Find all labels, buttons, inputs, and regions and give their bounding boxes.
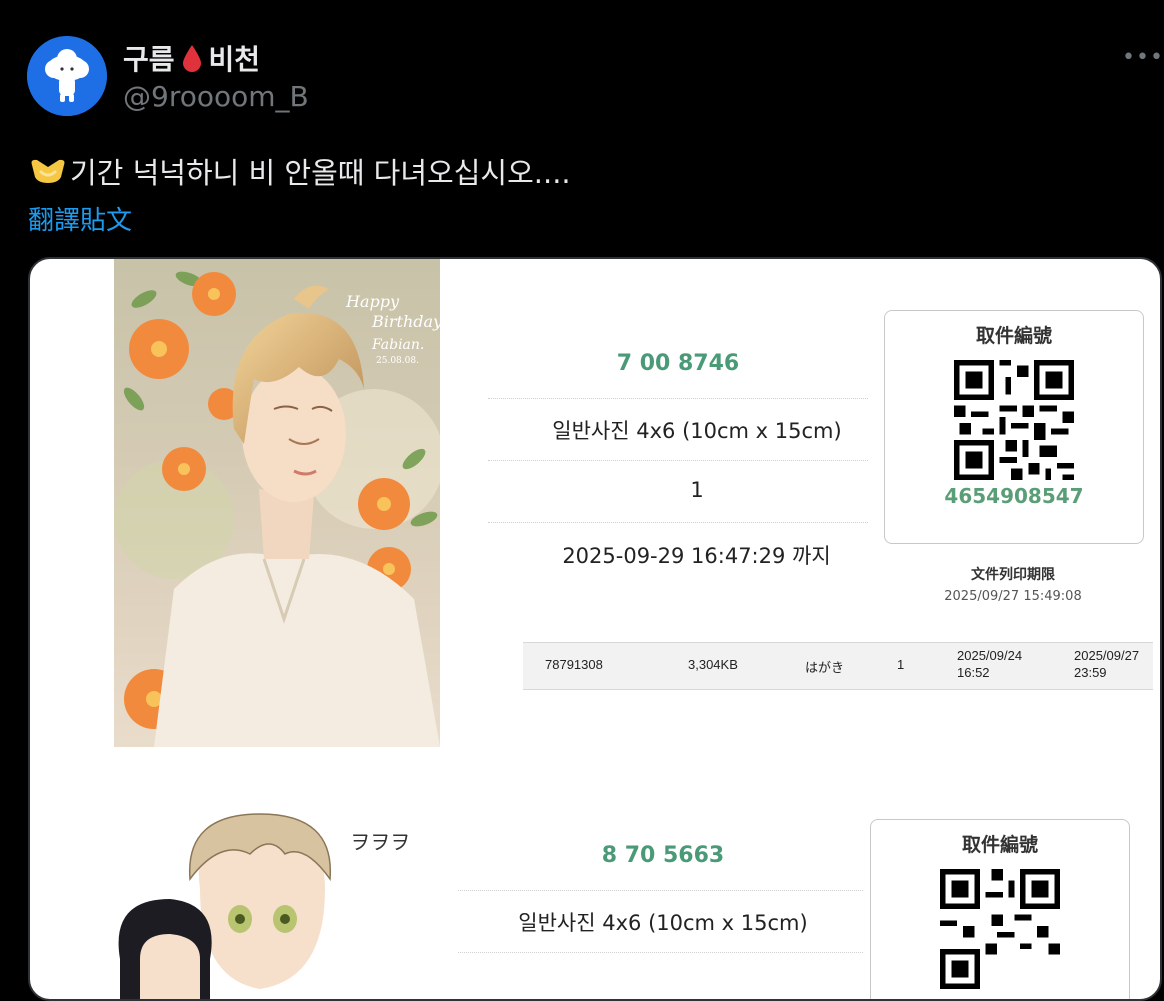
- pickup-code-1: 7 00 8746: [616, 351, 740, 376]
- avatar[interactable]: [27, 36, 107, 116]
- chibi-artwork: ヲヲヲ: [90, 809, 430, 999]
- cloud-mascot-icon: [27, 36, 107, 116]
- blood-drop-icon: [182, 45, 201, 72]
- display-name[interactable]: 구름 비천: [123, 38, 260, 78]
- product-name-2: 일반사진 4x6 (10cm x 15cm): [518, 911, 808, 935]
- art-text-snore: ヲヲヲ: [350, 830, 410, 854]
- user-handle[interactable]: @9roooom_B: [123, 80, 309, 113]
- print-deadline-label: 文件列印期限: [971, 567, 1055, 583]
- display-name-part2: 비천: [208, 43, 261, 76]
- qr-panel-1: 取件編號 4654908547: [884, 310, 1144, 544]
- birthday-artwork: Happy Birthday Fabian. 25.08.08.: [114, 259, 440, 747]
- qr-number-1: 4654908547: [944, 484, 1084, 508]
- art-text-fabian: Fabian.: [371, 337, 424, 353]
- tweet-text: 기간 넉넉하니 비 안올때 다녀오십시오....: [28, 150, 571, 192]
- art-text-birthday: Birthday: [371, 312, 440, 331]
- display-name-part1: 구름: [123, 43, 175, 76]
- art-text-happy: Happy: [345, 292, 400, 311]
- qr-title-1: 取件編號: [975, 325, 1052, 347]
- tweet-body: 기간 넉넉하니 비 안올때 다녀오십시오....: [70, 156, 571, 190]
- divider: [488, 522, 868, 523]
- file-size: 3,304KB: [688, 657, 738, 672]
- pickup-code-2: 8 70 5663: [601, 843, 725, 868]
- product-name-1: 일반사진 4x6 (10cm x 15cm): [552, 419, 842, 443]
- deadline-1: 2025-09-29 16:47:29 까지: [562, 544, 831, 568]
- file-type: はがき: [805, 660, 845, 675]
- qr-code-icon: [954, 360, 1074, 480]
- divider: [488, 398, 868, 399]
- art-text-date: 25.08.08.: [376, 356, 419, 366]
- quantity-1: 1: [690, 478, 704, 502]
- translate-link[interactable]: 翻譯貼文: [28, 200, 132, 237]
- print-deadline-date: 2025/09/27 15:49:08: [944, 589, 1082, 604]
- heart-hands-icon: [31, 159, 65, 183]
- tweet-media-image[interactable]: Happy Birthday Fabian. 25.08.08. 7 00 87…: [28, 257, 1162, 1001]
- divider: [458, 890, 863, 891]
- upload-date: 2025/09/24: [957, 648, 1023, 663]
- file-table-row: 78791308 3,304KB はがき 1 2025/09/24 16:52 …: [523, 642, 1153, 690]
- expire-date: 2025/09/27: [1074, 648, 1140, 663]
- file-count: 1: [897, 657, 905, 672]
- more-dots-icon[interactable]: •••: [1122, 45, 1164, 70]
- upload-time: 16:52: [957, 665, 990, 680]
- expire-time: 23:59: [1074, 665, 1107, 680]
- divider: [458, 952, 863, 953]
- qr-title-2: 取件編號: [961, 834, 1038, 856]
- qr-code-icon: [940, 869, 1060, 989]
- file-id: 78791308: [545, 657, 603, 672]
- divider: [488, 460, 868, 461]
- qr-panel-2: 取件編號: [870, 819, 1130, 999]
